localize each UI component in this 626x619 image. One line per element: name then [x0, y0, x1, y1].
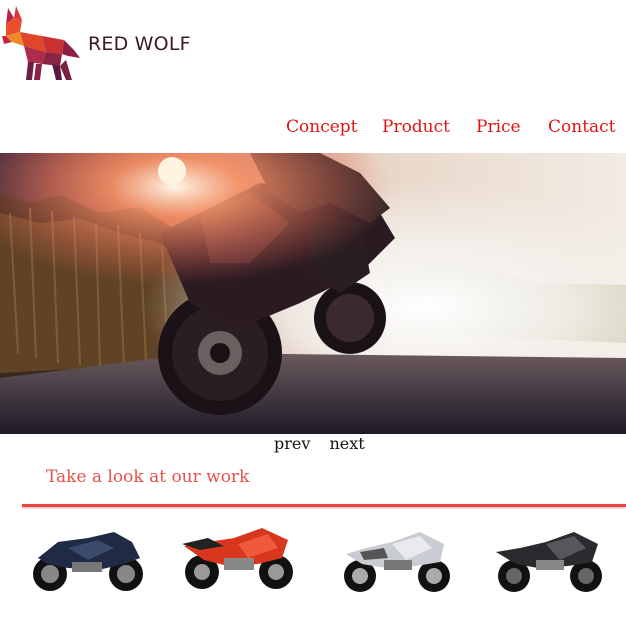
section-title: Take a look at our work [46, 467, 250, 487]
motorcycle-red-icon[interactable] [178, 518, 298, 600]
main-nav: Concept Product Price Contact [0, 117, 626, 141]
slider-controls: prev next [274, 434, 365, 453]
red-wolf-icon [2, 6, 80, 80]
motorcycle-black-icon[interactable] [488, 518, 608, 600]
nav-item-concept[interactable]: Concept [286, 117, 358, 137]
prev-button[interactable]: prev [274, 434, 310, 453]
next-button[interactable]: next [330, 434, 365, 453]
motorcycle-rider-photo [0, 153, 626, 434]
motorcycle-gallery [0, 518, 626, 608]
motorcycle-navy-icon[interactable] [28, 518, 148, 600]
nav-item-contact[interactable]: Contact [548, 117, 616, 137]
nav-item-product[interactable]: Product [382, 117, 450, 137]
motorcycle-silver-icon[interactable] [340, 518, 460, 600]
nav-item-price[interactable]: Price [476, 117, 521, 137]
brand-name: RED WOLF [88, 33, 191, 55]
divider [22, 504, 626, 507]
hero-slide [0, 153, 626, 434]
